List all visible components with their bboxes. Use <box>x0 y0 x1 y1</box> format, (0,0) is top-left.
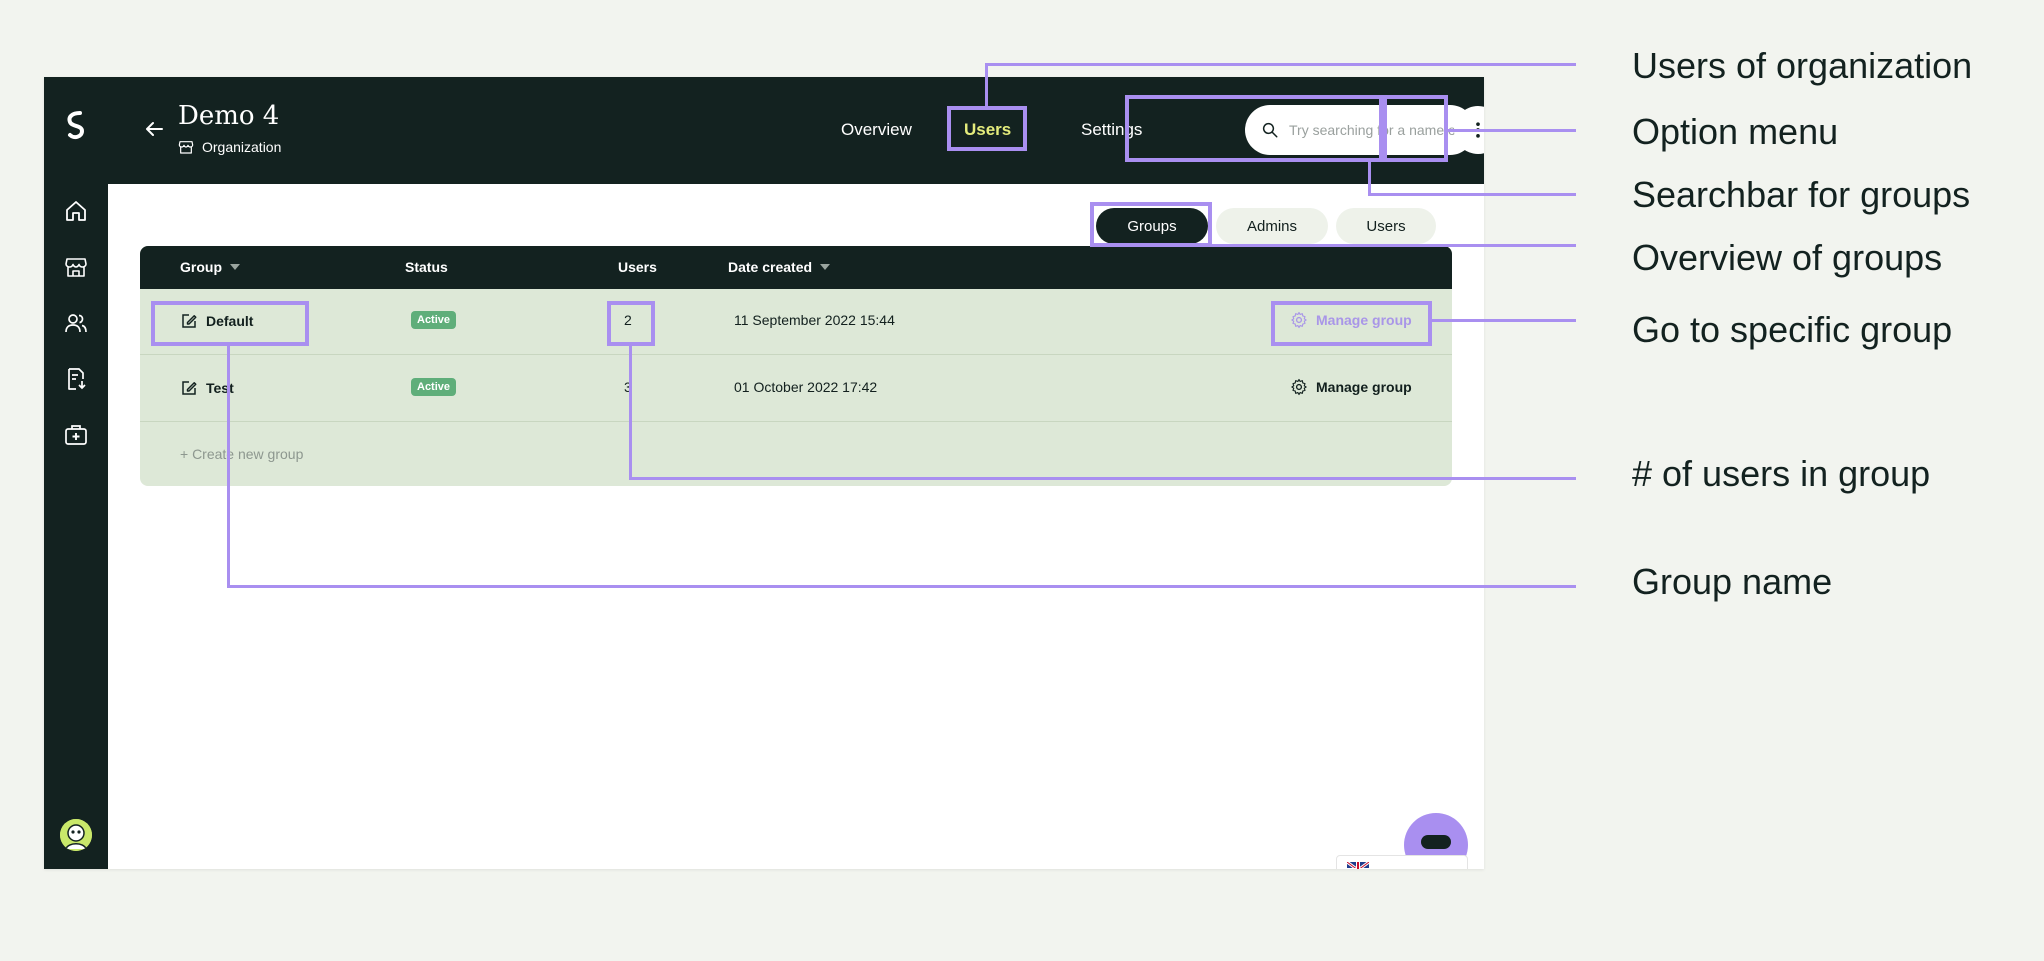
connector-line <box>629 346 632 480</box>
highlight-option-menu <box>1383 95 1448 162</box>
connector-line <box>629 477 1576 480</box>
gear-icon <box>1291 378 1307 396</box>
highlight-groups-tab <box>1090 202 1212 247</box>
organization-subtitle: Organization <box>178 139 281 155</box>
table-row: Test Active 3 01 October 2022 17:42 Mana… <box>140 356 1452 422</box>
highlight-group-name <box>151 301 309 346</box>
tab-admins[interactable]: Admins <box>1216 208 1328 244</box>
highlight-searchbar <box>1125 95 1383 162</box>
tab-users[interactable]: Users <box>1336 208 1436 244</box>
back-arrow-icon[interactable] <box>142 117 166 141</box>
groups-table: Group Status Users Date created Default … <box>140 246 1452 486</box>
annotation-label: Overview of groups <box>1632 237 1943 278</box>
group-name-cell[interactable]: Test <box>180 379 234 397</box>
chat-icon <box>1421 835 1451 849</box>
edit-icon <box>182 381 197 395</box>
table-header: Group Status Users Date created <box>140 246 1452 289</box>
sort-caret-icon <box>820 264 831 270</box>
highlight-manage-group <box>1271 301 1432 346</box>
annotation-label: Searchbar for groups <box>1632 174 1971 215</box>
connector-line <box>227 585 1576 588</box>
nav-overview[interactable]: Overview <box>841 120 912 140</box>
uk-flag-icon <box>1347 862 1369 869</box>
organization-title: Demo 4 <box>178 101 280 131</box>
annotation-label: # of users in group <box>1632 453 1931 494</box>
user-avatar[interactable] <box>60 819 92 851</box>
document-download-icon[interactable] <box>64 367 88 391</box>
medical-kit-icon[interactable] <box>64 423 88 447</box>
connector-line <box>1212 244 1576 247</box>
store-icon <box>178 141 194 154</box>
create-new-group-link[interactable]: + Create new group <box>180 446 303 462</box>
connector-line <box>985 63 1576 66</box>
subtitle-label: Organization <box>202 139 282 155</box>
annotation-label: Option menu <box>1632 111 1839 152</box>
date-created-cell: 01 October 2022 17:42 <box>734 379 878 395</box>
connector-line <box>1432 319 1576 322</box>
store-icon[interactable] <box>64 255 88 279</box>
sidebar <box>44 77 108 869</box>
manage-group-button[interactable]: Manage group <box>1290 378 1412 396</box>
date-created-cell: 11 September 2022 15:44 <box>734 312 895 328</box>
column-header-date[interactable]: Date created <box>728 259 831 275</box>
brand-logo[interactable] <box>60 107 92 145</box>
highlight-users-count <box>607 301 655 346</box>
language-selector[interactable] <box>1336 855 1468 869</box>
users-icon[interactable] <box>64 311 88 335</box>
status-badge: Active <box>411 378 457 396</box>
highlight-users-nav <box>947 106 1027 151</box>
connector-line <box>1448 129 1576 132</box>
sort-caret-icon <box>230 264 240 270</box>
annotation-label: Group name <box>1632 561 1833 602</box>
app-window: Demo 4 Organization Overview Users Setti… <box>44 77 1484 869</box>
annotation-label: Go to specific group <box>1632 309 1953 350</box>
column-header-group[interactable]: Group <box>180 259 240 275</box>
column-header-status: Status <box>405 259 448 275</box>
annotation-label: Users of organization <box>1632 45 1973 86</box>
connector-line <box>985 63 988 107</box>
connector-line <box>227 346 230 588</box>
connector-line <box>1368 162 1371 195</box>
table-row: Default Active 2 11 September 2022 15:44… <box>140 289 1452 355</box>
home-icon[interactable] <box>64 199 88 223</box>
status-badge: Active <box>411 311 457 329</box>
column-header-users: Users <box>618 259 657 275</box>
connector-line <box>1368 193 1576 196</box>
